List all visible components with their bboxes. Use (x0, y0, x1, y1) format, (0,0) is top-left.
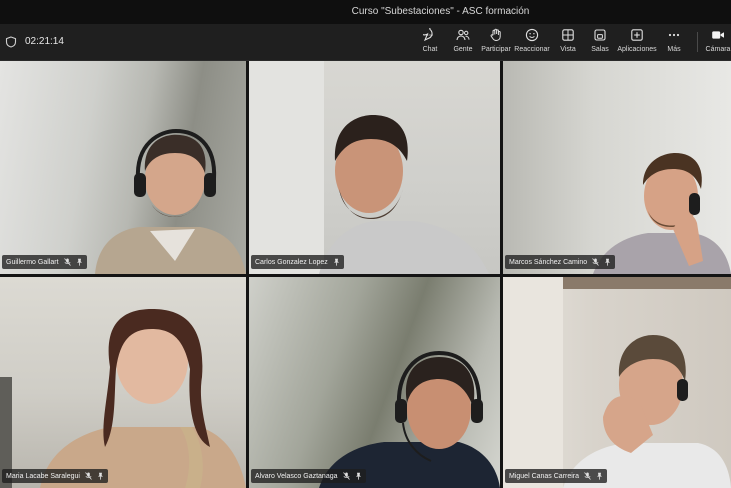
add-apps-icon (631, 29, 643, 41)
mic-off-icon (584, 472, 591, 480)
video-grid: Guillermo Gallart Carlos Gonzalez Lopez (0, 61, 731, 488)
video-tile-maria[interactable]: Maria Lacabe Saralegui (0, 277, 246, 488)
participant-nameplate: Maria Lacabe Saralegui (2, 469, 108, 483)
participant-name: Alvaro Velasco Gaztanaga (255, 472, 338, 480)
pin-icon (597, 472, 603, 480)
participant-video (319, 350, 500, 488)
emoji-icon (525, 28, 539, 42)
camera-button[interactable]: Cámara (705, 28, 731, 58)
participant-name: Marcos Sánchez Camino (509, 258, 588, 266)
mic-off-icon (342, 472, 350, 480)
chat-icon (423, 28, 433, 42)
people-button-label: Gente (453, 46, 473, 53)
participant-video (249, 61, 489, 274)
pin-icon (605, 258, 611, 266)
participant-name: Guillermo Gallart (6, 258, 59, 266)
mic-off-icon (63, 258, 71, 266)
chat-button-label: Chat (422, 46, 438, 53)
participant-nameplate: Marcos Sánchez Camino (505, 255, 616, 269)
raise-hand-icon (490, 28, 501, 42)
video-tile-miguel[interactable]: Miguel Canas Carreira (503, 277, 731, 488)
react-button-label: Reaccionar (514, 46, 550, 53)
people-icon (456, 29, 470, 41)
raise-hand-button[interactable]: Participar (481, 28, 511, 58)
camera-button-label: Cámara (705, 46, 731, 53)
more-button-label: Más (667, 46, 681, 53)
pin-icon (76, 258, 82, 266)
mic-off-icon (85, 472, 92, 480)
title-bar: Curso "Subestaciones" - ASC formación (0, 0, 731, 24)
participant-video (503, 277, 731, 488)
participant-name: Maria Lacabe Saralegui (6, 472, 80, 480)
participant-nameplate: Alvaro Velasco Gaztanaga (251, 469, 366, 483)
meeting-toolbar: 02:21:14 Chat Gente Participar Reacciona… (0, 24, 731, 61)
participant-video (95, 128, 246, 274)
video-tile-alvaro[interactable]: Alvaro Velasco Gaztanaga (249, 277, 500, 488)
video-tile-marcos[interactable]: Marcos Sánchez Camino (503, 61, 731, 274)
mic-off-icon (592, 258, 600, 266)
react-button[interactable]: Reaccionar (514, 28, 550, 58)
meeting-timer: 02:21:14 (25, 36, 64, 47)
breakout-rooms-icon (594, 29, 606, 41)
shield-icon[interactable] (5, 36, 17, 48)
pin-icon (333, 258, 339, 266)
participant-name: Miguel Canas Carreira (509, 472, 580, 480)
grid-view-icon (562, 29, 574, 41)
view-button-label: Vista (560, 46, 576, 53)
breakout-rooms-button[interactable]: Salas (589, 28, 611, 58)
view-button[interactable]: Vista (557, 28, 579, 58)
camera-icon (712, 31, 724, 39)
participant-nameplate: Miguel Canas Carreira (505, 469, 608, 483)
apps-button[interactable]: Aplicaciones (617, 28, 657, 58)
pin-icon (97, 472, 103, 480)
participant-nameplate: Guillermo Gallart (2, 255, 87, 269)
pin-icon (355, 472, 361, 480)
raise-hand-button-label: Participar (481, 46, 511, 53)
apps-button-label: Aplicaciones (617, 46, 657, 53)
participant-video (0, 309, 246, 488)
people-button[interactable]: Gente (451, 28, 475, 58)
chat-button[interactable]: Chat (419, 28, 441, 58)
toolbar-divider (697, 32, 698, 52)
more-button[interactable]: Más (665, 28, 683, 58)
window-title: Curso "Subestaciones" - ASC formación (351, 6, 530, 17)
more-icon (668, 33, 680, 37)
participant-video (593, 153, 731, 274)
video-tile-carlos[interactable]: Carlos Gonzalez Lopez (249, 61, 500, 274)
participant-name: Carlos Gonzalez Lopez (255, 258, 328, 266)
breakout-rooms-button-label: Salas (591, 46, 609, 53)
participant-nameplate: Carlos Gonzalez Lopez (251, 255, 344, 269)
video-tile-guillermo[interactable]: Guillermo Gallart (0, 61, 246, 274)
